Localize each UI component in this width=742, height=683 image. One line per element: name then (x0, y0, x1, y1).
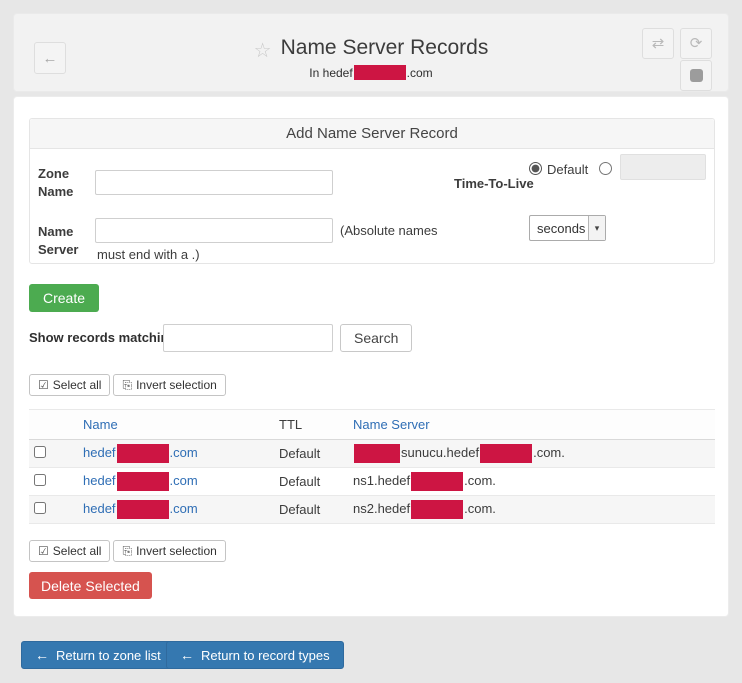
return-to-record-types-button[interactable]: ← Return to record types (166, 641, 344, 669)
column-header-name-server[interactable]: Name Server (353, 417, 430, 432)
select-all-button[interactable]: ☑ Select all (29, 540, 110, 562)
redaction-box (354, 444, 400, 463)
zone-name-label: Zone Name (38, 165, 92, 201)
ttl-custom-input[interactable] (620, 154, 706, 180)
table-row: hedef .com Default ns1.hedef .com. (29, 468, 715, 496)
name-server-label: Name Server (38, 223, 92, 259)
invert-selection-button[interactable]: ⎘ Invert selection (113, 540, 225, 562)
invert-selection-button[interactable]: ⎘ Invert selection (113, 374, 225, 396)
check-square-icon: ☑ (38, 544, 49, 558)
main-panel: Add Name Server Record Zone Name Time-To… (13, 96, 729, 617)
table-header-row: Name TTL Name Server (29, 410, 715, 440)
record-text: .com. (464, 473, 496, 488)
record-text: .com. (533, 445, 565, 460)
record-text: hedef (83, 473, 116, 488)
search-input[interactable] (163, 324, 333, 352)
invert-selection-label: Invert selection (136, 378, 217, 392)
subtitle-suffix: .com (407, 66, 433, 80)
record-name-link[interactable]: hedef .com (83, 445, 198, 460)
page: ← ☆ Name Server Records In hedef .com ⇄ … (0, 0, 742, 683)
add-record-form: Add Name Server Record Zone Name Time-To… (29, 118, 715, 264)
record-text: .com (170, 501, 198, 516)
refresh-icon: ⟳ (690, 36, 703, 51)
page-header: ← ☆ Name Server Records In hedef .com ⇄ … (13, 13, 729, 92)
search-button[interactable]: Search (340, 324, 412, 352)
create-button[interactable]: Create (29, 284, 99, 312)
record-name-link[interactable]: hedef .com (83, 501, 198, 516)
invert-selection-label: Invert selection (136, 544, 217, 558)
page-subtitle: In hedef .com (14, 65, 728, 80)
redaction-box (117, 472, 169, 491)
table-row: hedef .com Default sunucu.hedef .com. (29, 440, 715, 468)
name-server-input[interactable] (95, 218, 333, 243)
redaction-box (480, 444, 532, 463)
zone-name-input[interactable] (95, 170, 333, 195)
row-checkbox[interactable] (34, 502, 46, 514)
column-header-ttl: TTL (279, 417, 353, 432)
record-ttl: Default (279, 446, 353, 461)
record-ttl: Default (279, 502, 353, 517)
redaction-box (411, 500, 463, 519)
arrow-left-icon: ← (180, 647, 194, 663)
chevron-down-icon: ▾ (588, 216, 605, 240)
selection-controls-bottom: ☑ Select all ⎘ Invert selection (29, 540, 226, 562)
record-text: hedef (83, 501, 116, 516)
search-label: Show records matching: (29, 324, 181, 352)
selection-controls-top: ☑ Select all ⎘ Invert selection (29, 374, 226, 396)
redaction-box (117, 500, 169, 519)
ttl-unit-value: seconds (530, 221, 588, 236)
title-row: ☆ Name Server Records (14, 36, 728, 63)
delete-selected-button[interactable]: Delete Selected (29, 572, 152, 599)
return-to-record-types-label: Return to record types (201, 648, 330, 663)
column-header-name[interactable]: Name (83, 417, 118, 432)
record-text: .com (170, 473, 198, 488)
record-name-link[interactable]: hedef .com (83, 473, 198, 488)
form-body: Zone Name Time-To-Live Default seconds ▾… (30, 149, 714, 263)
star-favorite-icon[interactable]: ☆ (254, 38, 272, 63)
swap-icon: ⇄ (652, 36, 665, 51)
record-text: ns1.hedef (353, 473, 410, 488)
ttl-custom-radio[interactable] (599, 162, 612, 175)
swap-view-button[interactable]: ⇄ (642, 28, 674, 59)
stop-button[interactable] (680, 60, 712, 91)
record-text: sunucu.hedef (401, 445, 479, 460)
select-all-label: Select all (53, 378, 102, 392)
record-name-server: ns2.hedef .com. (353, 500, 715, 519)
ttl-unit-select[interactable]: seconds ▾ (529, 215, 606, 241)
redaction-box (117, 444, 169, 463)
absolute-note-line1: (Absolute names (340, 223, 438, 238)
select-all-button[interactable]: ☑ Select all (29, 374, 110, 396)
ttl-default-radio[interactable] (529, 162, 542, 175)
check-square-icon: ☑ (38, 378, 49, 392)
record-text: hedef (83, 445, 116, 460)
stop-square-icon (690, 69, 703, 82)
form-title: Add Name Server Record (30, 119, 714, 149)
return-to-zone-list-label: Return to zone list (56, 648, 161, 663)
page-title: Name Server Records (281, 36, 489, 60)
record-ttl: Default (279, 474, 353, 489)
invert-selection-icon: ⎘ (122, 378, 132, 393)
record-text: .com (170, 445, 198, 460)
arrow-left-icon: ← (35, 647, 49, 663)
absolute-note-line2: must end with a .) (97, 247, 200, 262)
record-text: .com. (464, 501, 496, 516)
records-table-body: hedef .com Default sunucu.hedef .com. hede… (29, 440, 715, 524)
row-checkbox[interactable] (34, 446, 46, 458)
refresh-button[interactable]: ⟳ (680, 28, 712, 59)
subtitle-prefix: In hedef (309, 66, 352, 80)
record-name-server: ns1.hedef .com. (353, 472, 715, 491)
ttl-label: Time-To-Live (454, 175, 534, 193)
return-to-zone-list-button[interactable]: ← Return to zone list (21, 641, 175, 669)
redaction-box (411, 472, 463, 491)
record-name-server: sunucu.hedef .com. (353, 444, 715, 463)
ttl-default-label: Default (547, 162, 588, 177)
invert-selection-icon: ⎘ (122, 544, 132, 559)
records-table: Name TTL Name Server hedef .com Default s… (29, 409, 715, 524)
row-checkbox[interactable] (34, 474, 46, 486)
table-row: hedef .com Default ns2.hedef .com. (29, 496, 715, 524)
select-all-label: Select all (53, 544, 102, 558)
redaction-box (354, 65, 406, 80)
record-text: ns2.hedef (353, 501, 410, 516)
